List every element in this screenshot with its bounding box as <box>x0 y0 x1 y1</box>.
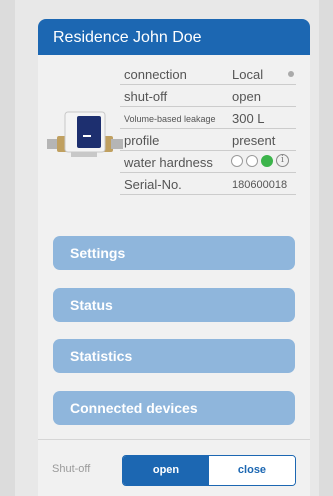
hardness-label: water hardness <box>124 155 213 170</box>
left-edge <box>0 0 15 496</box>
hardness-low-icon <box>231 154 243 167</box>
right-edge <box>319 0 333 496</box>
serial-value: 180600018 <box>232 179 288 191</box>
statistics-button[interactable]: Statistics <box>53 339 295 373</box>
shutoff-row: shut-off open <box>120 85 296 107</box>
connection-status-icon <box>288 71 294 77</box>
serial-label: Serial-No. <box>124 177 182 192</box>
hardness-medium-icon <box>246 154 258 167</box>
hardness-indicator: i <box>231 154 289 167</box>
leakage-value: 300 L <box>232 111 265 126</box>
connection-label: connection <box>124 67 187 82</box>
close-button[interactable]: close <box>209 456 295 485</box>
shutoff-footer-label: Shut-off <box>52 463 91 475</box>
info-icon[interactable]: i <box>276 154 289 167</box>
status-button[interactable]: Status <box>53 288 295 322</box>
profile-label: profile <box>124 133 160 148</box>
device-info: connection Local shut-off open Volume-ba… <box>38 55 310 227</box>
details-table: connection Local shut-off open Volume-ba… <box>120 63 296 195</box>
connected-devices-button[interactable]: Connected devices <box>53 391 295 425</box>
shutoff-value: open <box>232 89 261 104</box>
water-stop-device-icon <box>47 111 123 157</box>
residence-title: Residence John Doe <box>53 29 202 46</box>
leakage-row: Volume-based leakage 300 L <box>120 107 296 129</box>
connection-row: connection Local <box>120 63 296 85</box>
serial-row: Serial-No. 180600018 <box>120 173 296 195</box>
hardness-row: water hardness i <box>120 151 296 173</box>
leakage-label: Volume-based leakage <box>124 114 216 124</box>
settings-button[interactable]: Settings <box>53 236 295 270</box>
device-card: Residence John Doe connection Local shut… <box>38 19 310 496</box>
profile-value: present <box>232 133 276 148</box>
shutoff-footer: Shut-off open close <box>38 439 310 496</box>
shutoff-label: shut-off <box>124 89 168 104</box>
shutoff-toggle: open close <box>122 455 296 486</box>
open-button[interactable]: open <box>123 456 209 485</box>
hardness-high-icon <box>261 154 273 167</box>
profile-row: profile present <box>120 129 296 151</box>
card-header: Residence John Doe <box>38 19 310 55</box>
connection-value: Local <box>232 67 264 82</box>
